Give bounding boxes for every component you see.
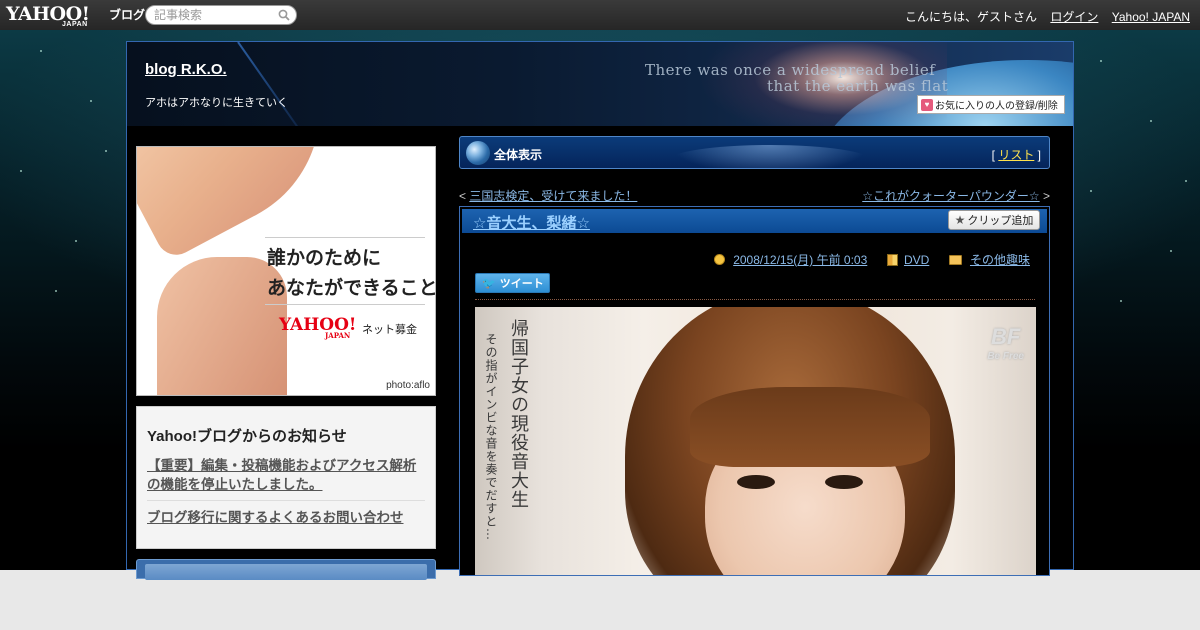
ad-photo-credit: photo:aflo (386, 380, 430, 391)
folder-icon (948, 255, 962, 265)
search-icon[interactable] (278, 9, 290, 21)
blog-container: There was once a widespread belief that … (126, 41, 1074, 580)
list-link[interactable]: リスト (998, 148, 1034, 162)
ad-divider (265, 237, 425, 238)
yahoo-logo-japan: JAPAN (62, 21, 88, 28)
clip-button-label: クリップ追加 (967, 215, 1034, 227)
clip-button[interactable]: ★ クリップ追加 (948, 210, 1040, 230)
favorite-button[interactable]: ♥ お気に入りの人の登録/削除 (917, 95, 1065, 114)
login-link[interactable]: ログイン (1050, 10, 1098, 24)
blog-header: There was once a widespread belief that … (127, 42, 1073, 126)
favorite-button-label: お気に入りの人の登録/削除 (935, 101, 1058, 112)
article-meta: 2008/12/15(月) 午前 0:03 DVD その他趣味 (713, 251, 1030, 268)
header-light-streak (237, 42, 302, 126)
blog-subtitle: アホはアホなりに生きていく (145, 97, 288, 109)
yahoo-blog-logo[interactable]: YAHOO! JAPAN ブログ (6, 3, 145, 28)
notice-divider (147, 500, 425, 501)
cover-eye (737, 475, 775, 489)
sidebar-widget (136, 559, 436, 580)
article-date[interactable]: 2008/12/15(月) 午前 0:03 (733, 253, 867, 267)
globe-icon (466, 141, 490, 165)
header-tagline-2: that the earth was flat (767, 77, 949, 95)
cover-eye (825, 475, 863, 489)
greeting-text: こんにちは、ゲストさん (905, 10, 1038, 24)
article-title[interactable]: ☆音大生、梨緒☆ (473, 212, 590, 233)
prev-post-link[interactable]: 三国志検定、受けて来ました！ (469, 189, 637, 203)
article: ☆音大生、梨緒☆ ★ クリップ追加 2008/12/15(月) 午前 0:03 … (459, 206, 1050, 576)
notice-box: Yahoo!ブログからのお知らせ 【重要】編集・投稿機能およびアクセス解析の機能… (136, 406, 436, 549)
cover-bangs (690, 387, 930, 467)
cover-label-logo: BF Be Free (987, 324, 1024, 367)
notice-link[interactable]: 【重要】編集・投稿機能およびアクセス解析の機能を停止いたしました。 (147, 456, 425, 494)
twitter-bird-icon: 🐦 (482, 277, 496, 290)
header-earth-band (670, 145, 870, 168)
next-post-link[interactable]: ☆これがクォーターパウンダー☆ (862, 189, 1039, 203)
tweet-button-label: ツイート (499, 278, 544, 290)
dvd-cover-image[interactable]: 帰国子女の現役音大生 その指がインビな音を奏でだすと… BF Be Free (475, 307, 1036, 575)
cover-sub-text: その指がインビな音を奏でだすと… (484, 333, 498, 541)
search-input[interactable] (146, 6, 271, 24)
ad-headline-2: あなたができること (267, 278, 436, 299)
sidebar-widget-header (145, 564, 427, 580)
book-icon (886, 254, 898, 266)
charity-ad-banner[interactable]: 誰かのために あなたができること YAHOO! JAPAN ネット募金 phot… (136, 146, 436, 396)
yahoo-top-bar: YAHOO! JAPAN ブログ こんにちは、ゲストさん ログイン Yahoo!… (0, 0, 1200, 30)
cover-logo: BF (990, 324, 1021, 349)
tweet-button[interactable]: 🐦 ツイート (475, 273, 550, 293)
notice-link[interactable]: ブログ移行に関するよくあるお問い合わせ (147, 508, 425, 527)
ad-service-name: ネット募金 (362, 324, 417, 336)
ad-headline-1: 誰かのために (267, 248, 382, 269)
user-area: こんにちは、ゲストさん ログイン Yahoo! JAPAN (895, 8, 1190, 25)
view-header-bar: 全体表示 [ リスト ] (459, 136, 1050, 169)
list-link-wrap: [ リスト ] (991, 148, 1041, 162)
article-divider (475, 299, 1035, 300)
view-label: 全体表示 (494, 148, 543, 162)
article-header: ☆音大生、梨緒☆ ★ クリップ追加 (462, 209, 1047, 233)
star-icon: ★ (954, 213, 966, 227)
article-genre[interactable]: その他趣味 (970, 253, 1030, 267)
yahoo-logo-blog: ブログ (109, 8, 146, 22)
prev-post-wrap: < 三国志検定、受けて来ました！ (459, 189, 638, 203)
ad-yahoo-logo: YAHOO! JAPAN (279, 315, 356, 340)
yahoo-japan-link[interactable]: Yahoo! JAPAN (1112, 10, 1190, 24)
clock-icon (713, 254, 725, 265)
heart-icon: ♥ (921, 98, 933, 111)
notice-title: Yahoo!ブログからのお知らせ (147, 428, 347, 445)
blog-title[interactable]: blog R.K.O. (145, 61, 227, 78)
ad-divider (265, 304, 425, 305)
cover-logo-sub: Be Free (987, 351, 1024, 362)
next-post-wrap: ☆これがクォーターパウンダー☆ > (862, 189, 1050, 203)
article-category[interactable]: DVD (904, 253, 929, 267)
cover-main-text: 帰国子女の現役音大生 (508, 319, 529, 509)
search-box (145, 5, 297, 25)
